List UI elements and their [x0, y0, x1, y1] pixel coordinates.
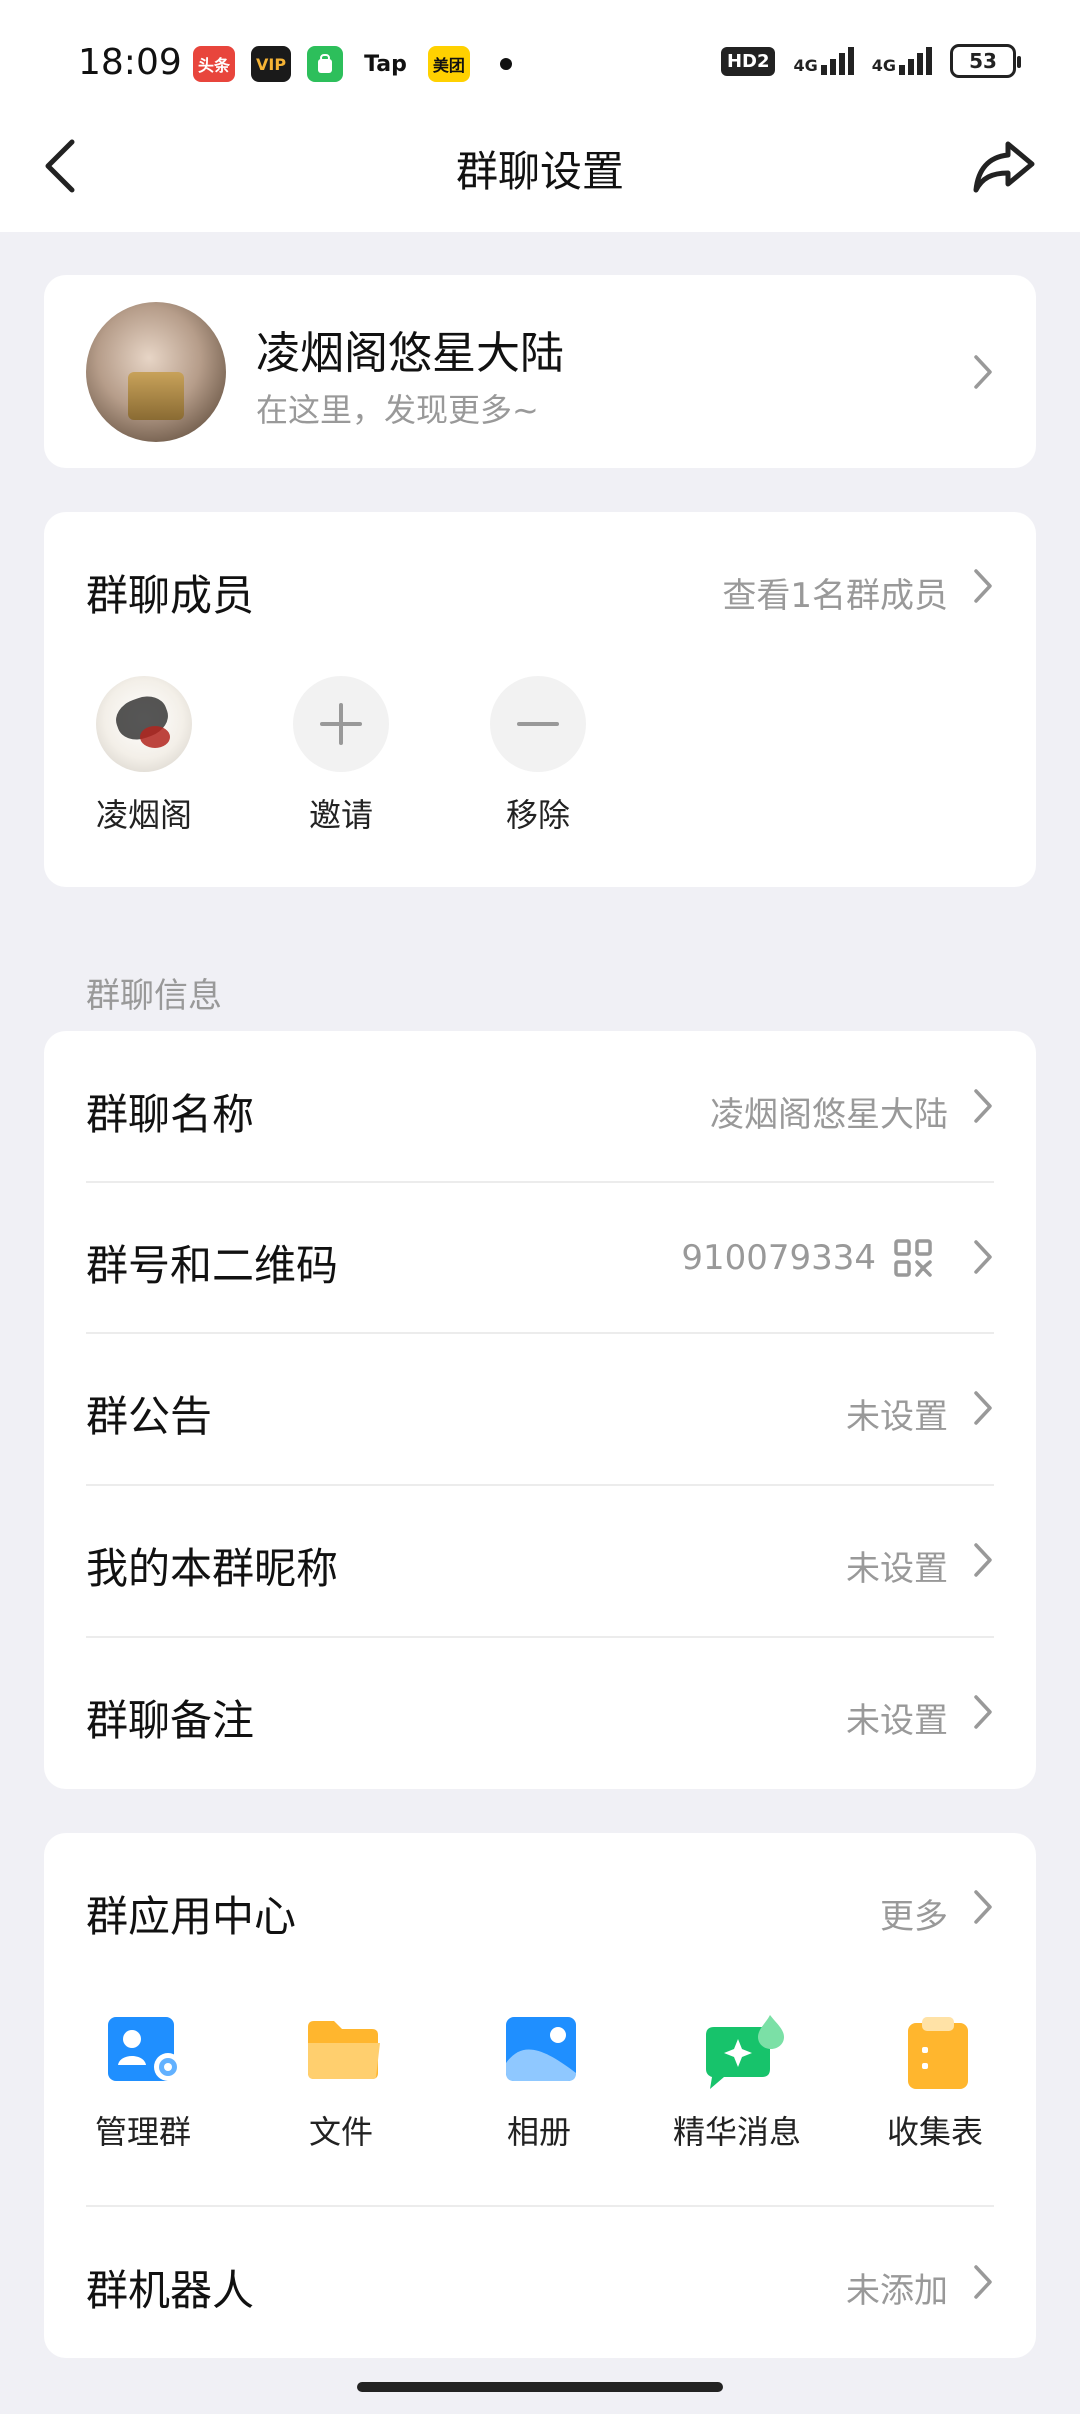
remove-label: 移除 [505, 796, 570, 834]
app-label: 管理群 [94, 2113, 191, 2151]
row-title: 群聊名称 [86, 1090, 255, 1139]
row-value: 未添加 [846, 2271, 948, 2311]
plus-icon [293, 676, 389, 772]
row-value: 未设置 [846, 1701, 948, 1741]
row-title: 群聊备注 [86, 1696, 255, 1745]
group-info-card: 群聊名称 凌烟阁悠星大陆 群号和二维码 910079334 群公告 未设置 我的… [44, 1031, 1036, 1789]
minus-icon [490, 676, 586, 772]
apps-more-link[interactable]: 更多 [880, 1889, 948, 1938]
battery-icon: 53 [950, 44, 1021, 78]
chevron-right-icon [972, 1888, 994, 1926]
tap-app-icon: Tap [359, 46, 412, 82]
chevron-right-icon [972, 1087, 994, 1125]
invite-button[interactable]: 邀请 [276, 676, 406, 836]
invite-label: 邀请 [308, 796, 373, 834]
row-group-robot[interactable]: 群机器人 未添加 [44, 2207, 1036, 2358]
nav-bar: 群聊设置 [0, 100, 1080, 232]
manage-group-icon [106, 2013, 182, 2087]
signal-1-icon: 4G [793, 47, 854, 75]
row-title: 群公告 [86, 1392, 213, 1441]
chevron-right-icon [972, 1389, 994, 1427]
vip-app-icon: VIP [251, 46, 292, 82]
green-app-icon [307, 46, 344, 82]
app-label: 精华消息 [672, 2113, 801, 2151]
status-app-icons: 头条 VIP Tap 美团 [193, 46, 512, 82]
member-item[interactable]: 凌烟阁 [79, 676, 209, 836]
row-value: 未设置 [846, 1549, 948, 1589]
page-title: 群聊设置 [455, 147, 624, 196]
home-indicator[interactable] [357, 2382, 723, 2392]
view-members-link[interactable]: 查看1名群成员 [722, 568, 948, 617]
signal-2-icon: 4G [872, 47, 932, 75]
hd-icon: HD2 [720, 46, 776, 76]
app-collection-form[interactable]: 收集表 [855, 2013, 1015, 2153]
qr-code-icon [894, 1239, 932, 1277]
group-avatar[interactable] [86, 302, 226, 442]
row-group-number-qr[interactable]: 群号和二维码 910079334 [44, 1182, 1036, 1333]
chevron-right-icon [972, 1541, 994, 1579]
group-name: 凌烟阁悠星大陆 [256, 328, 564, 379]
row-title: 群机器人 [86, 2266, 255, 2315]
row-value: 910079334 [681, 1238, 876, 1278]
status-indicators: HD2 4G 4G 53 [720, 44, 1021, 78]
row-group-name[interactable]: 群聊名称 凌烟阁悠星大陆 [44, 1031, 1036, 1182]
app-label: 收集表 [886, 2113, 983, 2151]
app-label: 相册 [506, 2113, 571, 2151]
row-title: 我的本群昵称 [86, 1544, 339, 1593]
folder-icon [304, 2013, 380, 2087]
app-essence-messages[interactable]: 精华消息 [657, 2013, 817, 2153]
member-name: 凌烟阁 [95, 796, 192, 834]
row-value: 凌烟阁悠星大陆 [710, 1095, 948, 1135]
meituan-app-icon: 美团 [427, 46, 470, 82]
album-icon [502, 2013, 576, 2087]
group-profile-card[interactable]: 凌烟阁悠星大陆 在这里，发现更多~ [44, 275, 1036, 468]
chevron-right-icon [972, 1693, 994, 1731]
clipboard-icon [898, 2013, 972, 2089]
toutiao-app-icon: 头条 [193, 46, 236, 82]
members-card: 群聊成员 查看1名群成员 凌烟阁 邀请 移除 [44, 512, 1036, 887]
app-files[interactable]: 文件 [261, 2013, 421, 2153]
chevron-right-icon [972, 567, 994, 605]
app-label: 文件 [308, 2113, 373, 2151]
share-icon[interactable] [968, 130, 1040, 202]
status-time: 18:09 [78, 42, 182, 83]
chevron-right-icon [972, 2263, 994, 2301]
member-avatar [96, 676, 192, 772]
section-label-group-info: 群聊信息 [86, 976, 222, 1016]
row-value: 未设置 [846, 1397, 948, 1437]
notification-dot-icon [499, 58, 512, 70]
chevron-right-icon [972, 1238, 994, 1276]
row-title: 群号和二维码 [86, 1241, 339, 1290]
row-announcement[interactable]: 群公告 未设置 [44, 1333, 1036, 1484]
row-group-remark[interactable]: 群聊备注 未设置 [44, 1637, 1036, 1788]
apps-title: 群应用中心 [86, 1892, 297, 1941]
app-manage-group[interactable]: 管理群 [63, 2013, 223, 2153]
chevron-right-icon [972, 353, 994, 391]
group-apps-card: 群应用中心 更多 管理群 文件 相册 精华消息 收集表 群机器人 未添加 [44, 1833, 1036, 2358]
remove-button[interactable]: 移除 [473, 676, 603, 836]
group-subtitle: 在这里，发现更多~ [256, 391, 539, 429]
essence-message-icon [700, 2013, 784, 2089]
app-album[interactable]: 相册 [459, 2013, 619, 2153]
members-title: 群聊成员 [86, 571, 255, 620]
row-my-nickname[interactable]: 我的本群昵称 未设置 [44, 1485, 1036, 1636]
